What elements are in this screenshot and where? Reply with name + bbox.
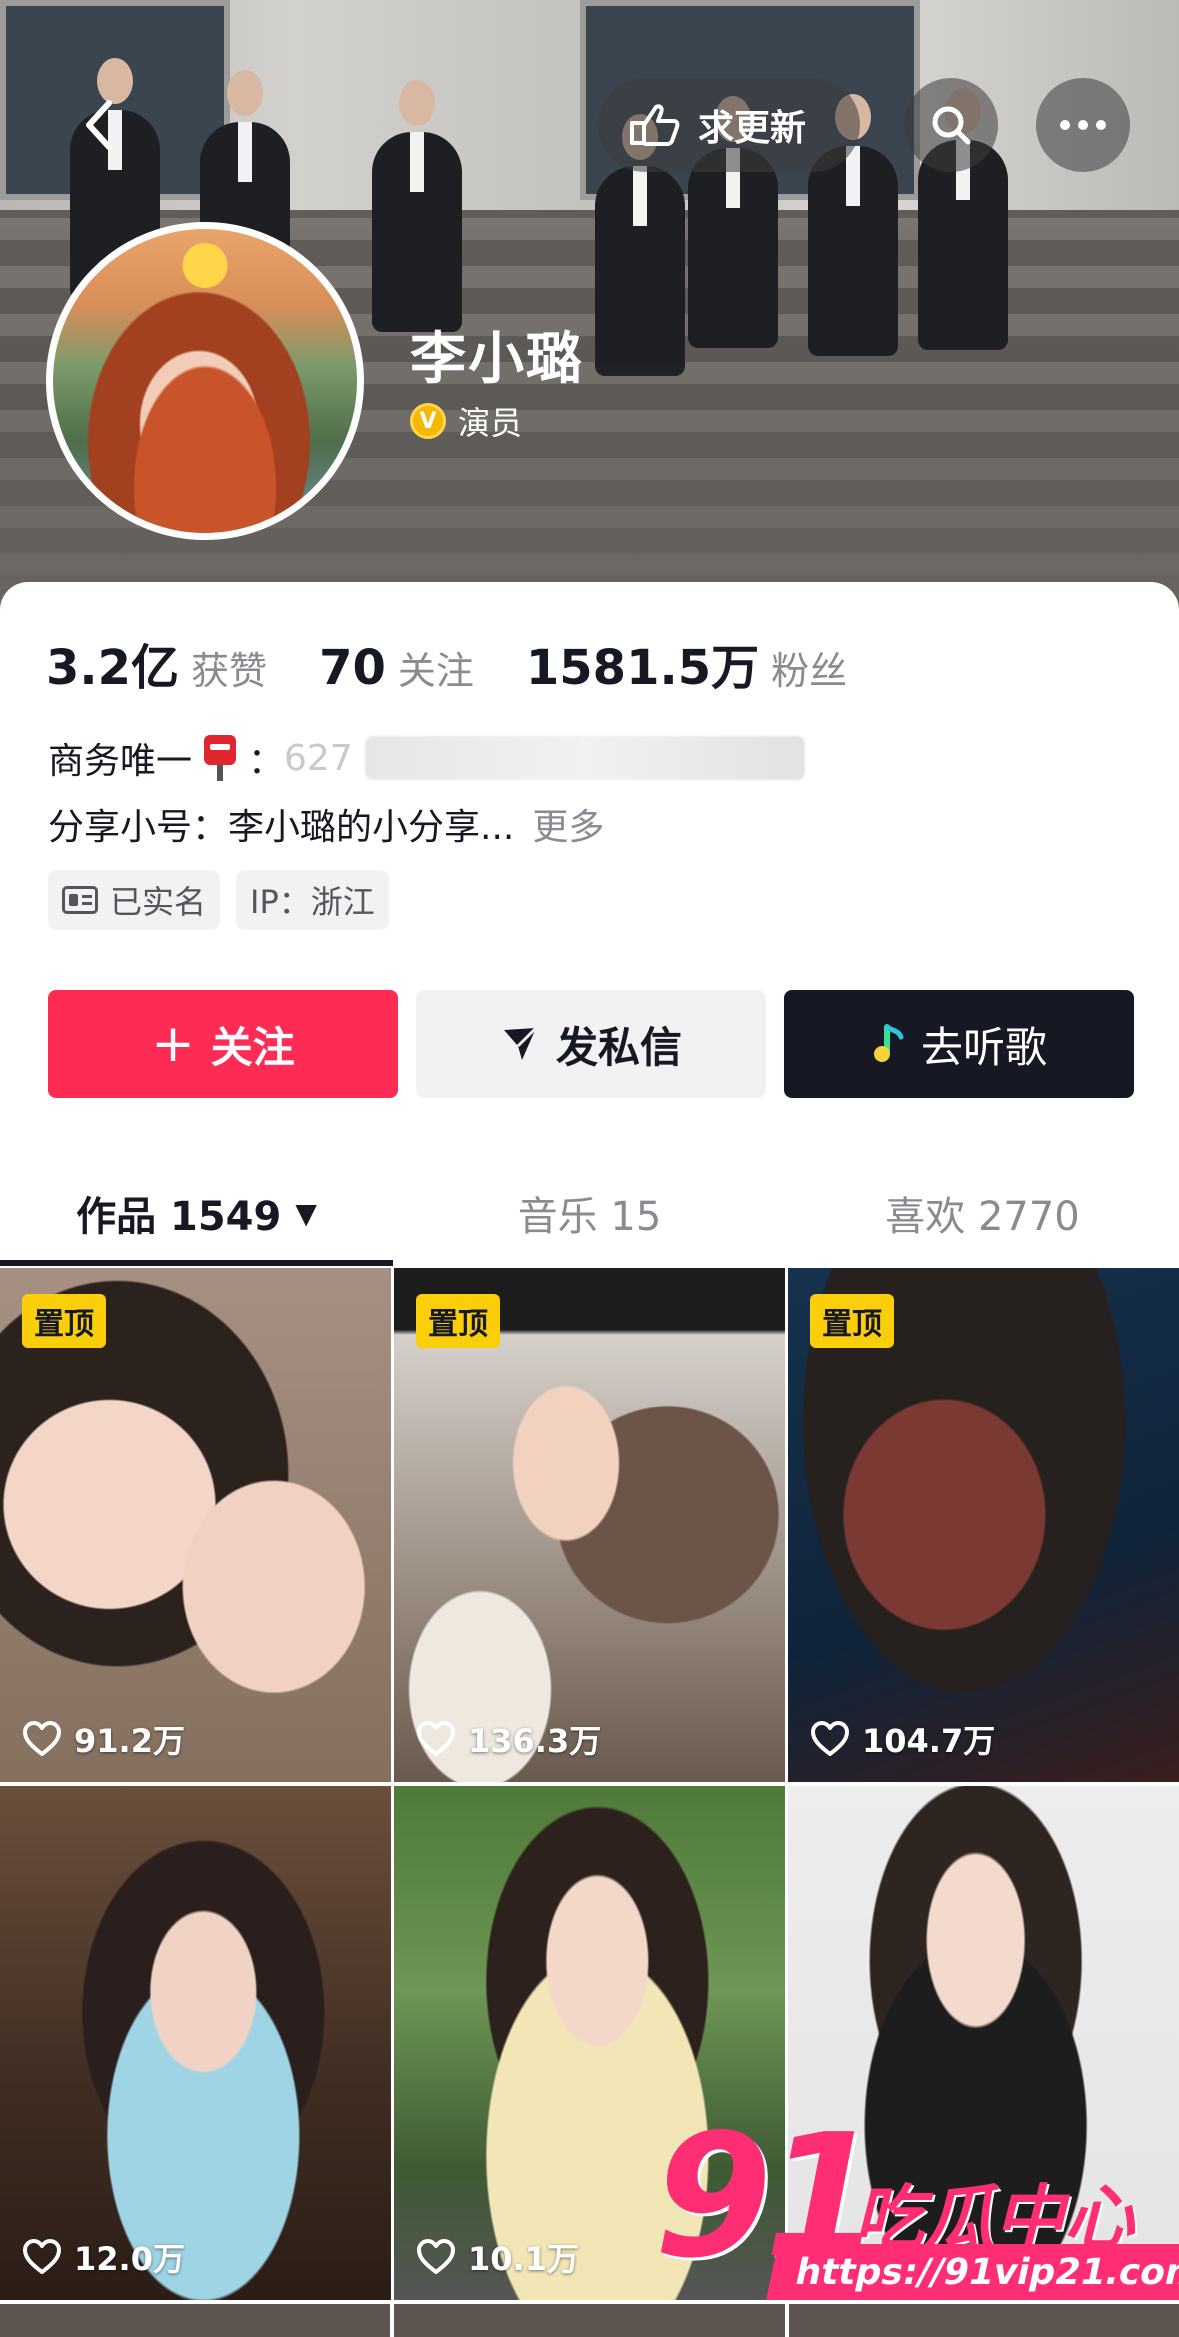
stat-following-label: 关注 bbox=[397, 649, 474, 693]
heart-icon bbox=[811, 1721, 849, 1756]
video-likes: 10.1万 bbox=[416, 2234, 579, 2280]
video-tile[interactable]: 置顶 136.3万 bbox=[394, 1268, 785, 1782]
pinned-badge: 置顶 bbox=[22, 1294, 106, 1348]
verification: V 演员 bbox=[410, 398, 522, 444]
bio-business-prefix: 商务唯一 bbox=[48, 741, 193, 782]
heart-icon bbox=[23, 1721, 61, 1756]
stat-following-number: 70 bbox=[319, 640, 386, 696]
active-tab-indicator bbox=[0, 1260, 393, 1266]
action-buttons: + 关注 发私信 去听歌 bbox=[48, 990, 1134, 1098]
video-tile[interactable]: 12.0万 bbox=[0, 1786, 391, 2300]
plus-icon: + bbox=[151, 1014, 195, 1074]
stat-followers-number: 1581.5万 bbox=[525, 640, 760, 696]
request-update-label: 求更新 bbox=[698, 108, 807, 149]
tag-verified-identity[interactable]: 已实名 bbox=[48, 870, 221, 930]
stat-likes[interactable]: 3.2亿 获赞 bbox=[46, 628, 267, 698]
video-likes-count: 91.2万 bbox=[74, 1722, 185, 1760]
bio-more-link[interactable]: 更多 bbox=[532, 807, 604, 848]
hand-pointer-icon bbox=[630, 104, 680, 146]
stat-followers-label: 粉丝 bbox=[771, 649, 848, 693]
tag-label: 已实名 bbox=[110, 883, 207, 921]
tab-liked-label: 喜欢 2770 bbox=[885, 1194, 1080, 1240]
music-label: 去听歌 bbox=[920, 1022, 1047, 1072]
back-icon bbox=[86, 100, 112, 150]
bio-share-text: 分享小号：李小璐的小分享... bbox=[48, 807, 515, 848]
watermark-logo: 91 吃瓜中心 https://91vip21.com bbox=[654, 2112, 1179, 2312]
message-label: 发私信 bbox=[555, 1022, 682, 1072]
mailbox-icon bbox=[200, 735, 240, 781]
caret-down-icon[interactable]: ▼ bbox=[295, 1197, 317, 1230]
tag-ip-location: IP：浙江 bbox=[236, 870, 389, 930]
id-card-icon bbox=[62, 886, 98, 914]
heart-icon bbox=[23, 2239, 61, 2274]
watermark-url: https://91vip21.com bbox=[766, 2244, 1179, 2300]
banner-figure bbox=[688, 96, 778, 348]
more-icon bbox=[1060, 120, 1106, 130]
tab-music-label: 音乐 15 bbox=[517, 1194, 662, 1240]
video-tile[interactable]: 置顶 104.7万 bbox=[788, 1268, 1179, 1782]
video-likes: 91.2万 bbox=[22, 1716, 185, 1762]
back-button[interactable] bbox=[52, 78, 146, 172]
video-likes: 136.3万 bbox=[416, 1716, 601, 1762]
send-icon bbox=[503, 1026, 538, 1060]
video-tile[interactable] bbox=[0, 2304, 391, 2337]
pinned-badge: 置顶 bbox=[416, 1294, 500, 1348]
stat-followers[interactable]: 1581.5万 粉丝 bbox=[526, 628, 847, 698]
music-note-icon bbox=[873, 1024, 904, 1062]
follow-button[interactable]: + 关注 bbox=[48, 990, 398, 1098]
video-likes-count: 104.7万 bbox=[862, 1722, 996, 1760]
tab-works-label: 作品 1549 bbox=[76, 1194, 282, 1240]
pinned-badge: 置顶 bbox=[810, 1294, 894, 1348]
video-likes-count: 12.0万 bbox=[74, 2240, 185, 2278]
banner-figure bbox=[808, 94, 898, 356]
bio-separator: ： bbox=[248, 741, 285, 782]
stat-likes-number: 3.2亿 bbox=[46, 640, 180, 696]
video-tile[interactable]: 置顶 91.2万 bbox=[0, 1268, 391, 1782]
listen-music-button[interactable]: 去听歌 bbox=[784, 990, 1134, 1098]
heart-icon bbox=[417, 1721, 455, 1756]
verification-label: 演员 bbox=[458, 404, 523, 442]
verified-badge-icon: V bbox=[410, 403, 446, 439]
avatar[interactable] bbox=[46, 222, 364, 540]
tab-works[interactable]: 作品 1549 ▼ bbox=[0, 1160, 393, 1266]
bio-share-line[interactable]: 分享小号：李小璐的小分享... 更多 bbox=[48, 798, 604, 850]
tag-label: IP：浙江 bbox=[250, 883, 375, 921]
stat-likes-label: 获赞 bbox=[191, 649, 268, 693]
tab-music[interactable]: 音乐 15 bbox=[393, 1160, 786, 1266]
profile-tags: 已实名 IP：浙江 bbox=[48, 870, 389, 930]
more-button[interactable] bbox=[1036, 78, 1130, 172]
search-button[interactable] bbox=[904, 78, 998, 172]
heart-icon bbox=[417, 2239, 455, 2274]
video-likes: 104.7万 bbox=[810, 1716, 995, 1762]
profile-name: 李小璐 bbox=[410, 327, 584, 392]
banner-figure bbox=[372, 80, 462, 332]
banner-figure bbox=[918, 88, 1008, 350]
bio-business-line: 商务唯一 ： 627 bbox=[48, 732, 805, 784]
message-button[interactable]: 发私信 bbox=[416, 990, 766, 1098]
profile-stats: 3.2亿 获赞 70 关注 1581.5万 粉丝 bbox=[46, 628, 899, 698]
video-likes-count: 10.1万 bbox=[468, 2240, 579, 2278]
content-tabs: 作品 1549 ▼ 音乐 15 喜欢 2770 bbox=[0, 1160, 1179, 1266]
video-likes-count: 136.3万 bbox=[468, 1722, 602, 1760]
bio-business-contact: 627 bbox=[284, 737, 353, 779]
stat-following[interactable]: 70 关注 bbox=[319, 640, 474, 696]
redaction-overlay bbox=[364, 736, 805, 780]
follow-label: 关注 bbox=[210, 1022, 295, 1072]
tab-liked[interactable]: 喜欢 2770 bbox=[786, 1160, 1179, 1266]
banner-figure bbox=[595, 114, 685, 376]
video-likes: 12.0万 bbox=[22, 2234, 185, 2280]
request-update-button[interactable]: 求更新 bbox=[598, 78, 860, 172]
search-icon bbox=[932, 106, 971, 145]
profile-page: 求更新 李小璐 V 演员 3.2亿 获赞 70 关注 1581.5万 粉丝 商务… bbox=[0, 0, 1179, 2337]
